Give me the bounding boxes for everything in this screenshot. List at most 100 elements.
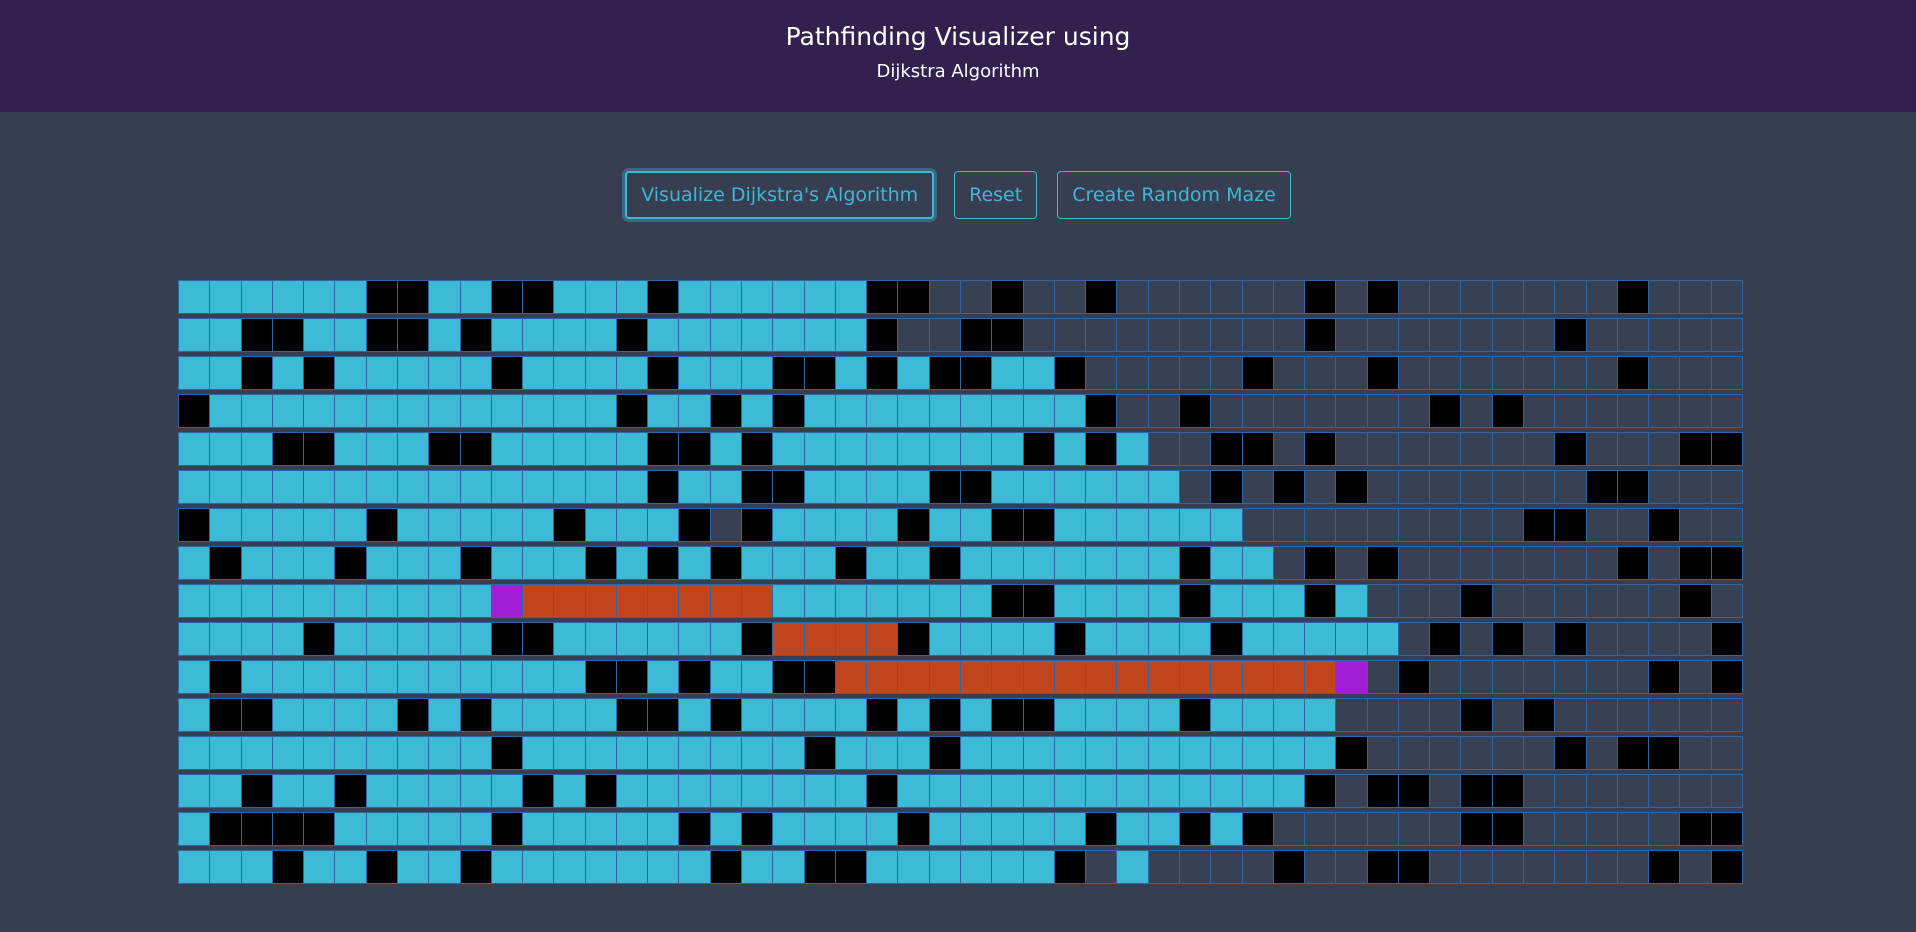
node-visited[interactable] xyxy=(584,356,617,390)
node-visited[interactable] xyxy=(209,584,242,618)
node-wall[interactable] xyxy=(928,736,961,770)
node-wall[interactable] xyxy=(1616,280,1650,314)
node-unvisited[interactable] xyxy=(1616,850,1650,884)
node-unvisited[interactable] xyxy=(1335,318,1368,352)
node-unvisited[interactable] xyxy=(709,508,743,542)
node-visited[interactable] xyxy=(615,470,649,504)
node-visited[interactable] xyxy=(1085,470,1118,504)
node-unvisited[interactable] xyxy=(1585,508,1618,542)
node-wall[interactable] xyxy=(834,546,868,580)
node-unvisited[interactable] xyxy=(1585,432,1618,466)
node-visited[interactable] xyxy=(615,356,649,390)
node-visited[interactable] xyxy=(365,660,398,694)
node-visited[interactable] xyxy=(334,280,367,314)
node-wall[interactable] xyxy=(1053,850,1087,884)
node-visited[interactable] xyxy=(209,470,242,504)
node-visited[interactable] xyxy=(991,470,1024,504)
node-unvisited[interactable] xyxy=(1429,584,1462,618)
node-visited[interactable] xyxy=(897,584,930,618)
node-wall[interactable] xyxy=(866,356,899,390)
node-unvisited[interactable] xyxy=(1491,356,1525,390)
node-unvisited[interactable] xyxy=(1554,774,1587,808)
node-path[interactable] xyxy=(772,622,805,656)
node-visited[interactable] xyxy=(428,470,461,504)
node-visited[interactable] xyxy=(678,546,711,580)
node-wall[interactable] xyxy=(1304,584,1337,618)
node-visited[interactable] xyxy=(428,850,461,884)
node-visited[interactable] xyxy=(522,394,555,428)
node-visited[interactable] xyxy=(396,736,430,770)
node-visited[interactable] xyxy=(396,546,430,580)
node-wall[interactable] xyxy=(365,850,398,884)
node-unvisited[interactable] xyxy=(1585,280,1618,314)
node-visited[interactable] xyxy=(803,774,836,808)
node-unvisited[interactable] xyxy=(1429,698,1462,732)
node-visited[interactable] xyxy=(303,508,336,542)
node-visited[interactable] xyxy=(334,660,367,694)
node-visited[interactable] xyxy=(271,660,305,694)
node-unvisited[interactable] xyxy=(1523,470,1556,504)
node-visited[interactable] xyxy=(178,698,211,732)
node-unvisited[interactable] xyxy=(1304,356,1337,390)
node-unvisited[interactable] xyxy=(1648,280,1681,314)
node-wall[interactable] xyxy=(803,850,836,884)
node-visited[interactable] xyxy=(1116,698,1149,732)
node-unvisited[interactable] xyxy=(1429,774,1462,808)
node-unvisited[interactable] xyxy=(1397,470,1431,504)
node-visited[interactable] xyxy=(615,508,649,542)
node-visited[interactable] xyxy=(459,774,492,808)
node-visited[interactable] xyxy=(741,698,774,732)
node-unvisited[interactable] xyxy=(1397,622,1431,656)
node-visited[interactable] xyxy=(678,622,711,656)
node-wall[interactable] xyxy=(1272,470,1306,504)
node-wall[interactable] xyxy=(1429,394,1462,428)
node-wall[interactable] xyxy=(1178,812,1212,846)
node-unvisited[interactable] xyxy=(1085,356,1118,390)
node-visited[interactable] xyxy=(459,584,492,618)
node-unvisited[interactable] xyxy=(1679,774,1712,808)
node-unvisited[interactable] xyxy=(1272,546,1306,580)
node-visited[interactable] xyxy=(490,394,524,428)
visualize-button[interactable]: Visualize Dijkstra's Algorithm xyxy=(625,171,935,219)
node-visited[interactable] xyxy=(365,774,398,808)
node-visited[interactable] xyxy=(741,280,774,314)
node-visited[interactable] xyxy=(1053,508,1087,542)
node-unvisited[interactable] xyxy=(1397,356,1431,390)
node-visited[interactable] xyxy=(584,812,617,846)
node-wall[interactable] xyxy=(490,812,524,846)
node-unvisited[interactable] xyxy=(1523,394,1556,428)
node-visited[interactable] xyxy=(178,736,211,770)
node-visited[interactable] xyxy=(209,280,242,314)
node-visited[interactable] xyxy=(459,622,492,656)
node-unvisited[interactable] xyxy=(1585,622,1618,656)
node-unvisited[interactable] xyxy=(1429,318,1462,352)
node-visited[interactable] xyxy=(1147,470,1180,504)
node-wall[interactable] xyxy=(1491,622,1525,656)
node-unvisited[interactable] xyxy=(1648,356,1681,390)
node-unvisited[interactable] xyxy=(1648,622,1681,656)
node-visited[interactable] xyxy=(271,698,305,732)
node-visited[interactable] xyxy=(553,356,586,390)
node-visited[interactable] xyxy=(1147,698,1180,732)
node-unvisited[interactable] xyxy=(1460,394,1493,428)
node-unvisited[interactable] xyxy=(1178,470,1212,504)
node-visited[interactable] xyxy=(709,356,743,390)
node-unvisited[interactable] xyxy=(1366,736,1399,770)
node-wall[interactable] xyxy=(303,812,336,846)
node-visited[interactable] xyxy=(741,356,774,390)
node-visited[interactable] xyxy=(991,812,1024,846)
node-wall[interactable] xyxy=(209,660,242,694)
node-unvisited[interactable] xyxy=(1616,660,1650,694)
node-visited[interactable] xyxy=(1241,622,1274,656)
node-wall[interactable] xyxy=(1022,508,1055,542)
node-unvisited[interactable] xyxy=(1304,470,1337,504)
node-path[interactable] xyxy=(1241,660,1274,694)
node-wall[interactable] xyxy=(334,774,367,808)
node-unvisited[interactable] xyxy=(1429,812,1462,846)
node-path[interactable] xyxy=(647,584,680,618)
node-visited[interactable] xyxy=(553,546,586,580)
node-visited[interactable] xyxy=(365,812,398,846)
node-visited[interactable] xyxy=(1210,736,1243,770)
node-path[interactable] xyxy=(991,660,1024,694)
node-unvisited[interactable] xyxy=(1460,546,1493,580)
